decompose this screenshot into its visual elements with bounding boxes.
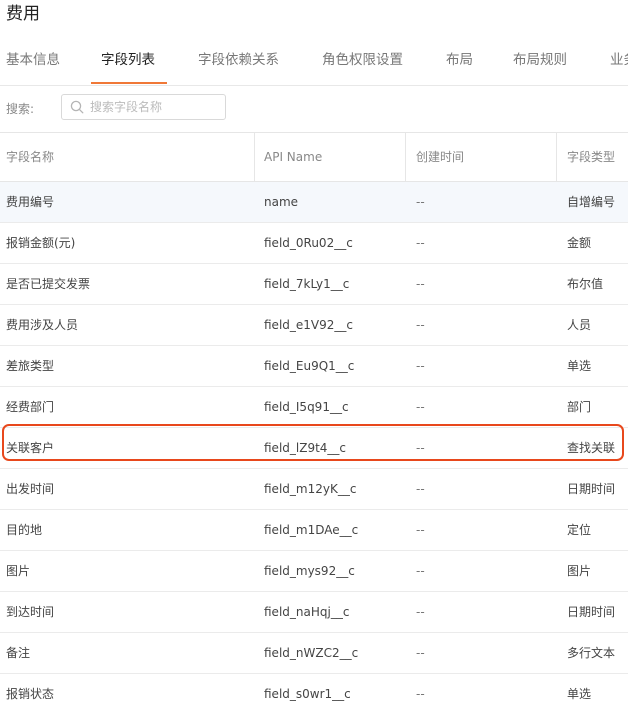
- field-type-cell: 多行文本: [567, 646, 616, 660]
- table-row[interactable]: 关联客户 field_lZ9t4__c -- 查找关联: [0, 428, 628, 469]
- field-type-cell: 日期时间: [567, 482, 616, 496]
- table-header: 字段名称 API Name 创建时间 字段类型: [0, 133, 628, 182]
- column-header-created-time: 创建时间: [416, 150, 465, 164]
- api-name-cell: field_Eu9Q1__c: [264, 359, 355, 373]
- table-row[interactable]: 报销金额(元) field_0Ru02__c -- 金额: [0, 223, 628, 264]
- title-bar: 费用: [0, 0, 628, 36]
- api-name-cell: field_m1DAe__c: [264, 523, 359, 537]
- field-name-cell: 出发时间: [6, 482, 55, 496]
- search-icon: [70, 100, 84, 114]
- created-time-cell: --: [416, 687, 425, 701]
- active-tab-indicator: [91, 82, 167, 84]
- field-name-cell: 经费部门: [6, 400, 55, 414]
- field-type-cell: 单选: [567, 359, 592, 373]
- api-name-cell: field_nWZC2__c: [264, 646, 359, 660]
- tab-basic-info[interactable]: 基本信息: [6, 37, 60, 84]
- field-type-cell: 定位: [567, 523, 592, 537]
- field-name-cell: 差旅类型: [6, 359, 55, 373]
- table-row[interactable]: 目的地 field_m1DAe__c -- 定位: [0, 510, 628, 551]
- search-row: 搜索:: [0, 90, 628, 126]
- field-name-cell: 备注: [6, 646, 31, 660]
- search-label: 搜索:: [6, 102, 35, 116]
- field-type-cell: 布尔值: [567, 277, 604, 291]
- tab-field-dependencies[interactable]: 字段依赖关系: [198, 37, 279, 84]
- table-row[interactable]: 图片 field_mys92__c -- 图片: [0, 551, 628, 592]
- search-box[interactable]: [61, 94, 226, 120]
- api-name-cell: field_mys92__c: [264, 564, 355, 578]
- table-row[interactable]: 费用编号 name -- 自增编号: [0, 182, 628, 223]
- created-time-cell: --: [416, 441, 425, 455]
- created-time-cell: --: [416, 523, 425, 537]
- column-header-field-type: 字段类型: [567, 150, 616, 164]
- created-time-cell: --: [416, 564, 425, 578]
- tab-business[interactable]: 业务: [610, 37, 628, 84]
- api-name-cell: field_7kLy1__c: [264, 277, 350, 291]
- created-time-cell: --: [416, 482, 425, 496]
- field-type-cell: 日期时间: [567, 605, 616, 619]
- column-divider: [405, 133, 406, 181]
- field-name-cell: 费用涉及人员: [6, 318, 79, 332]
- field-type-cell: 人员: [567, 318, 592, 332]
- field-type-cell: 自增编号: [567, 195, 616, 209]
- field-type-cell: 单选: [567, 687, 592, 701]
- field-name-cell: 费用编号: [6, 195, 55, 209]
- field-name-cell: 到达时间: [6, 605, 55, 619]
- field-name-cell: 报销状态: [6, 687, 55, 701]
- api-name-cell: field_lZ9t4__c: [264, 441, 347, 455]
- tab-bar: 基本信息 字段列表 字段依赖关系 角色权限设置 布局 布局规则 业务: [0, 37, 628, 86]
- tab-field-list[interactable]: 字段列表: [101, 37, 155, 84]
- field-type-cell: 查找关联: [567, 441, 616, 455]
- created-time-cell: --: [416, 400, 425, 414]
- table-row[interactable]: 备注 field_nWZC2__c -- 多行文本: [0, 633, 628, 674]
- tab-role-permissions[interactable]: 角色权限设置: [322, 37, 403, 84]
- created-time-cell: --: [416, 605, 425, 619]
- field-type-cell: 图片: [567, 564, 592, 578]
- created-time-cell: --: [416, 646, 425, 660]
- field-type-cell: 部门: [567, 400, 592, 414]
- created-time-cell: --: [416, 318, 425, 332]
- table-row[interactable]: 费用涉及人员 field_e1V92__c -- 人员: [0, 305, 628, 346]
- field-name-cell: 是否已提交发票: [6, 277, 91, 291]
- field-name-cell: 目的地: [6, 523, 43, 537]
- api-name-cell: field_e1V92__c: [264, 318, 353, 332]
- table-row[interactable]: 到达时间 field_naHqj__c -- 日期时间: [0, 592, 628, 633]
- column-divider: [254, 133, 255, 181]
- page: 费用 基本信息 字段列表 字段依赖关系 角色权限设置 布局 布局规则 业务 搜索…: [0, 0, 628, 701]
- api-name-cell: field_naHqj__c: [264, 605, 350, 619]
- page-title: 费用: [6, 4, 40, 24]
- table-row[interactable]: 出发时间 field_m12yK__c -- 日期时间: [0, 469, 628, 510]
- field-name-cell: 图片: [6, 564, 31, 578]
- created-time-cell: --: [416, 359, 425, 373]
- api-name-cell: field_I5q91__c: [264, 400, 349, 414]
- column-header-api-name: API Name: [264, 150, 323, 164]
- table-row[interactable]: 差旅类型 field_Eu9Q1__c -- 单选: [0, 346, 628, 387]
- column-divider: [556, 133, 557, 181]
- field-type-cell: 金额: [567, 236, 592, 250]
- api-name-cell: name: [264, 195, 299, 209]
- created-time-cell: --: [416, 277, 425, 291]
- table-row[interactable]: 是否已提交发票 field_7kLy1__c -- 布尔值: [0, 264, 628, 305]
- api-name-cell: field_m12yK__c: [264, 482, 357, 496]
- created-time-cell: --: [416, 236, 425, 250]
- created-time-cell: --: [416, 195, 425, 209]
- column-header-field-name: 字段名称: [6, 150, 55, 164]
- api-name-cell: field_0Ru02__c: [264, 236, 353, 250]
- tab-layout-rules[interactable]: 布局规则: [513, 37, 567, 84]
- field-table: 字段名称 API Name 创建时间 字段类型 费用编号 name -- 自增编…: [0, 132, 628, 701]
- field-name-cell: 关联客户: [6, 441, 55, 455]
- tab-layout[interactable]: 布局: [446, 37, 473, 84]
- field-name-cell: 报销金额(元): [6, 236, 76, 250]
- table-row[interactable]: 报销状态 field_s0wr1__c -- 单选: [0, 674, 628, 701]
- api-name-cell: field_s0wr1__c: [264, 687, 351, 701]
- search-input[interactable]: [90, 97, 220, 117]
- table-row[interactable]: 经费部门 field_I5q91__c -- 部门: [0, 387, 628, 428]
